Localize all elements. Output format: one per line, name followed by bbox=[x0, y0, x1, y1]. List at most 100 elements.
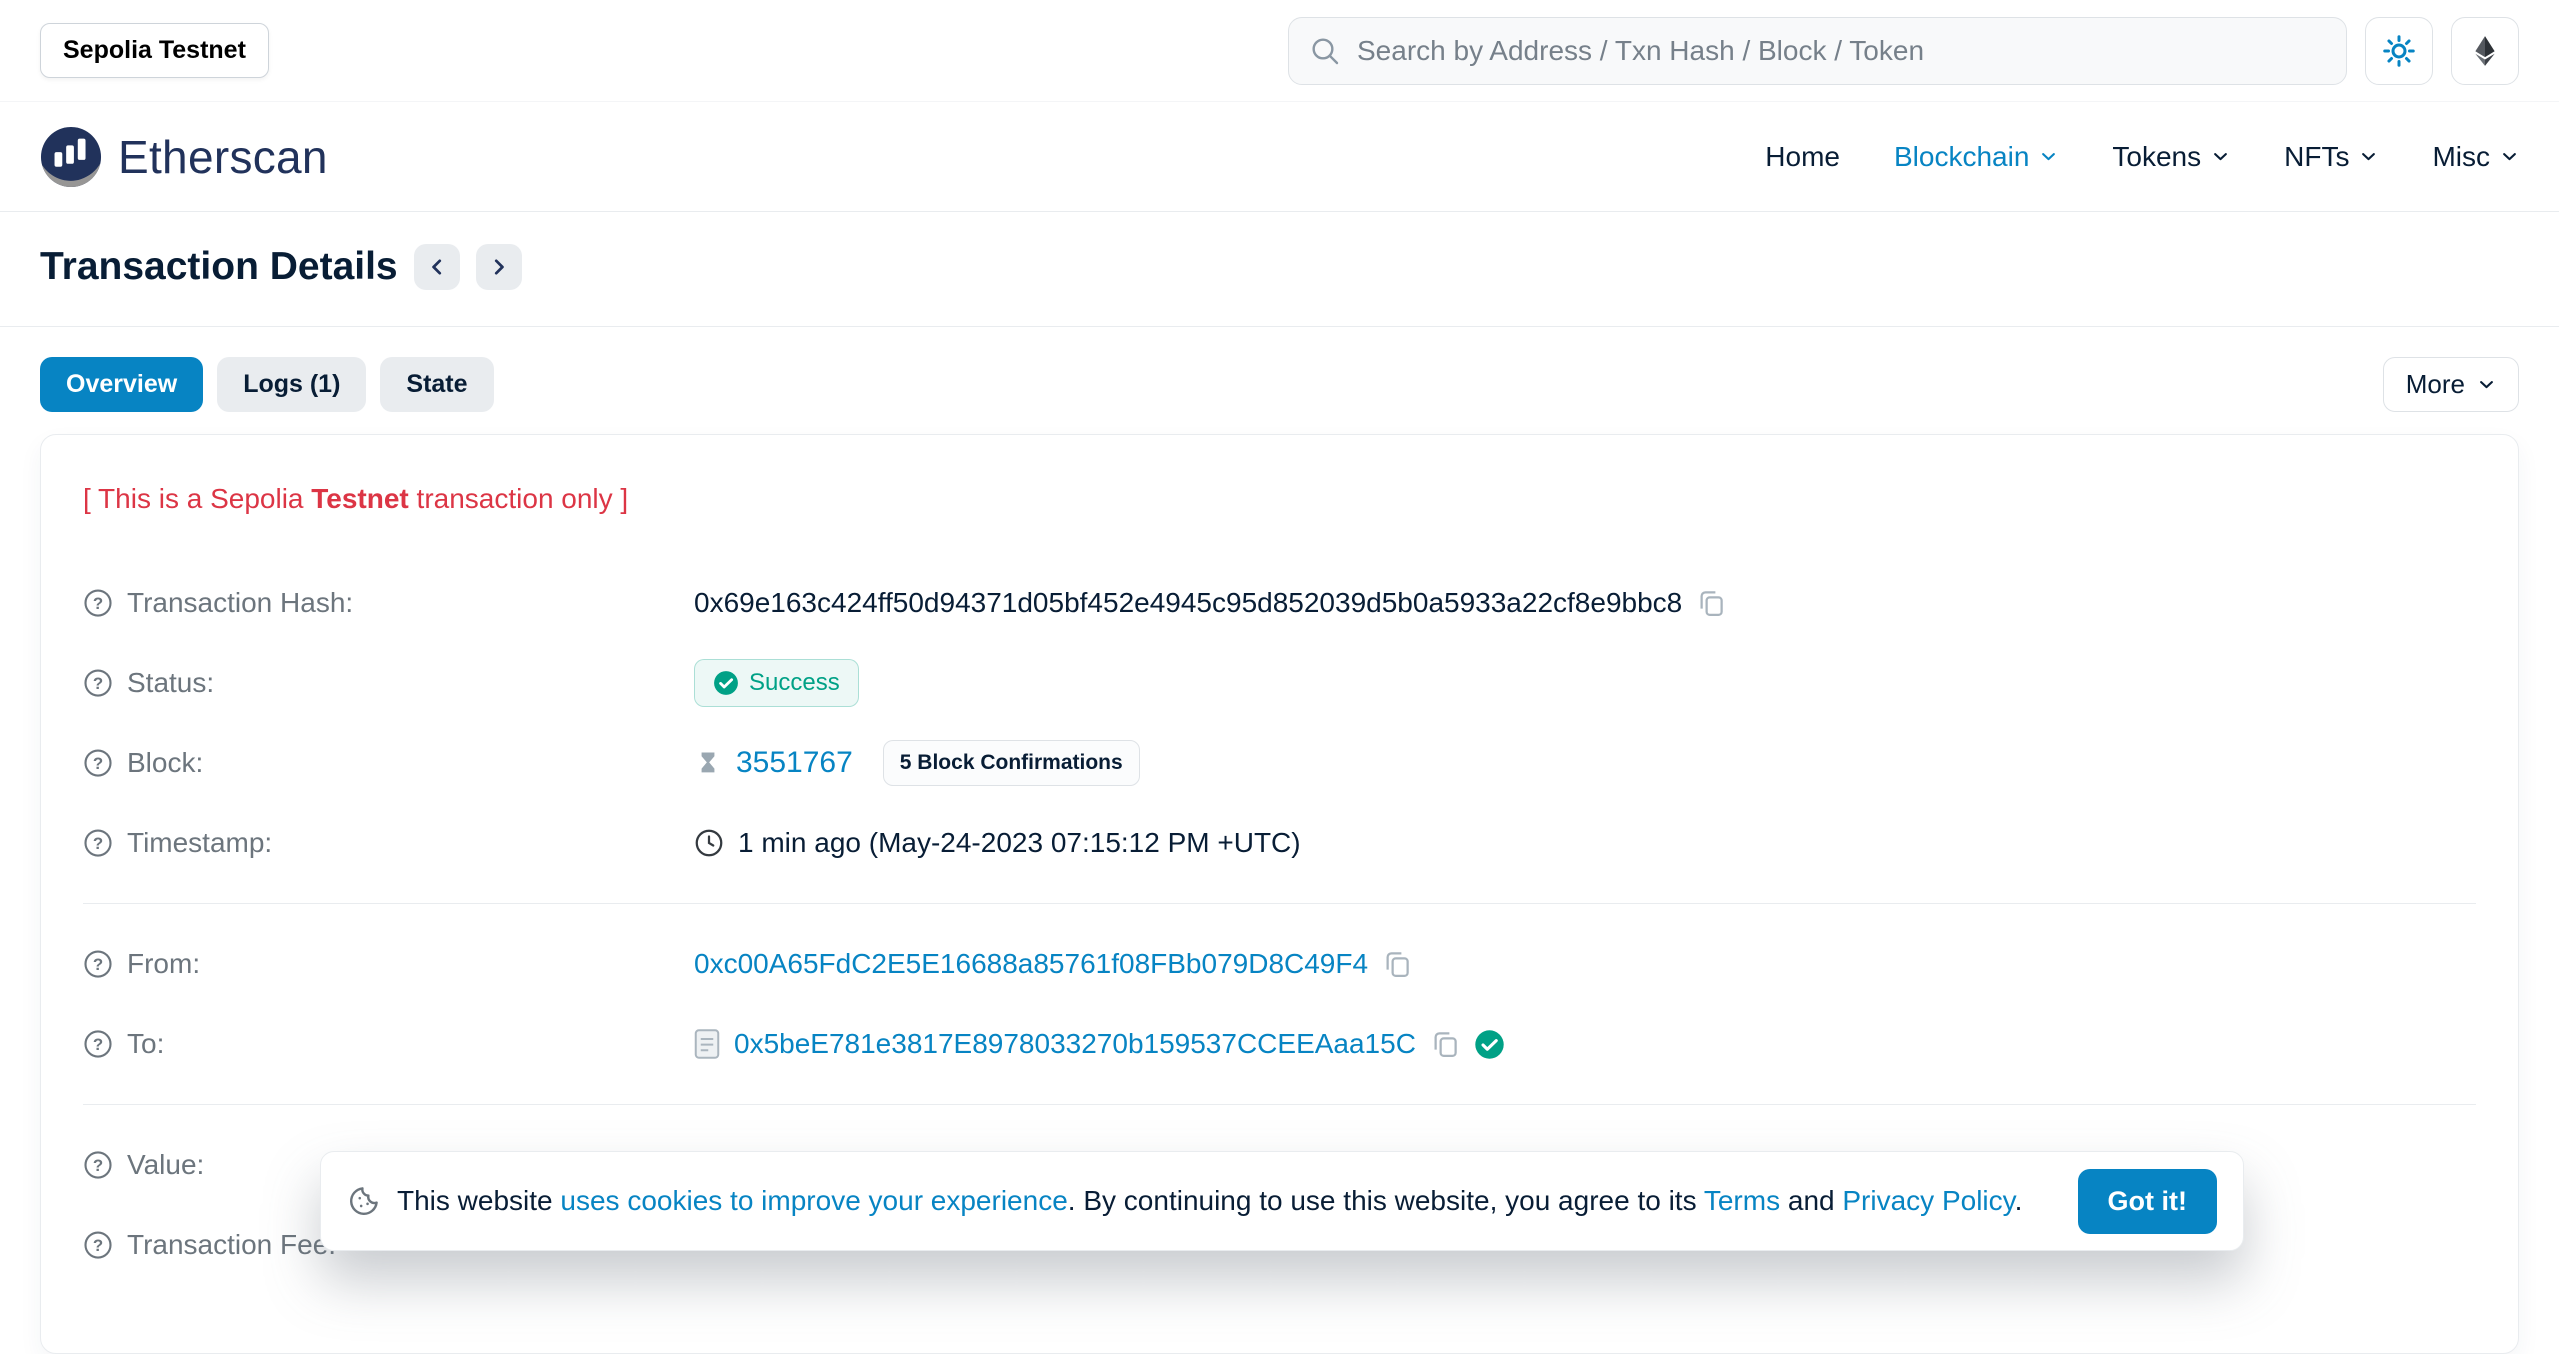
testnet-notice: [ This is a Sepolia Testnet transaction … bbox=[83, 483, 2476, 515]
sun-icon bbox=[2381, 33, 2417, 69]
row-label: ? Block: bbox=[83, 747, 694, 779]
block-number-link[interactable]: 3551767 bbox=[736, 746, 853, 780]
svg-text:?: ? bbox=[93, 754, 103, 773]
row-label: ? Transaction Hash: bbox=[83, 587, 694, 619]
more-label: More bbox=[2406, 369, 2465, 400]
main-nav: Home Blockchain Tokens NFTs Misc bbox=[1765, 141, 2519, 173]
to-address-link[interactable]: 0x5beE781e3817E8978033270b159537CCEEAaa1… bbox=[734, 1028, 1416, 1060]
row-label: ? Timestamp: bbox=[83, 827, 694, 859]
contract-document-icon bbox=[694, 1029, 720, 1059]
nav-label: Tokens bbox=[2112, 141, 2201, 173]
copy-hash-button[interactable] bbox=[1696, 588, 1726, 618]
help-icon[interactable]: ? bbox=[83, 748, 113, 778]
copy-to-address-button[interactable] bbox=[1430, 1029, 1460, 1059]
nav-item-home[interactable]: Home bbox=[1765, 141, 1840, 173]
verified-check-icon bbox=[1474, 1029, 1505, 1060]
copy-icon bbox=[1696, 588, 1726, 618]
transaction-hash-value: 0x69e163c424ff50d94371d05bf452e4945c95d8… bbox=[694, 587, 1682, 619]
title-row: Transaction Details bbox=[0, 212, 2559, 290]
row-value: Success bbox=[694, 659, 859, 707]
transaction-hash-label: Transaction Hash: bbox=[127, 587, 353, 619]
help-icon[interactable]: ? bbox=[83, 1029, 113, 1059]
cookies-info-link[interactable]: uses cookies to improve your experience bbox=[560, 1185, 1067, 1216]
tab-logs[interactable]: Logs (1) bbox=[217, 357, 366, 412]
row-from: ? From: 0xc00A65FdC2E5E16688a85761f08FBb… bbox=[83, 924, 2476, 1004]
help-icon[interactable]: ? bbox=[83, 1230, 113, 1260]
status-value: Success bbox=[749, 669, 840, 697]
divider bbox=[83, 1104, 2476, 1105]
nav-item-tokens[interactable]: Tokens bbox=[2112, 141, 2230, 173]
privacy-policy-link[interactable]: Privacy Policy bbox=[1842, 1185, 2014, 1216]
chevron-left-icon bbox=[426, 256, 448, 278]
nav-label: NFTs bbox=[2284, 141, 2349, 173]
theme-toggle-button[interactable] bbox=[2365, 17, 2433, 85]
nav-label: Home bbox=[1765, 141, 1840, 173]
cookie-message: This website uses cookies to improve you… bbox=[397, 1185, 2022, 1217]
got-it-button[interactable]: Got it! bbox=[2078, 1169, 2217, 1234]
from-label: From: bbox=[127, 948, 200, 980]
nav-item-blockchain[interactable]: Blockchain bbox=[1894, 141, 2058, 173]
value-label: Value: bbox=[127, 1149, 204, 1181]
testnet-notice-text: [ This is a Sepolia bbox=[83, 483, 311, 514]
nav-item-nfts[interactable]: NFTs bbox=[2284, 141, 2378, 173]
row-timestamp: ? Timestamp: 1 min ago (May-24-2023 07:1… bbox=[83, 803, 2476, 883]
help-icon[interactable]: ? bbox=[83, 828, 113, 858]
etherscan-logo-icon bbox=[40, 126, 102, 188]
ethereum-icon bbox=[2468, 34, 2502, 68]
row-value: 0xc00A65FdC2E5E16688a85761f08FBb079D8C49… bbox=[694, 948, 1412, 980]
svg-text:?: ? bbox=[93, 1035, 103, 1054]
clock-icon bbox=[694, 828, 724, 858]
svg-text:?: ? bbox=[93, 594, 103, 613]
block-confirmations-badge: 5 Block Confirmations bbox=[883, 740, 1140, 786]
cookie-consent-banner: This website uses cookies to improve you… bbox=[320, 1151, 2244, 1251]
terms-link[interactable]: Terms bbox=[1704, 1185, 1780, 1216]
row-value: 3551767 5 Block Confirmations bbox=[694, 740, 1140, 786]
help-icon[interactable]: ? bbox=[83, 949, 113, 979]
help-icon[interactable]: ? bbox=[83, 588, 113, 618]
top-bar: Sepolia Testnet bbox=[0, 0, 2559, 102]
more-dropdown-button[interactable]: More bbox=[2383, 357, 2519, 412]
search-input[interactable] bbox=[1355, 34, 2326, 68]
svg-text:?: ? bbox=[93, 1236, 103, 1255]
nav-item-misc[interactable]: Misc bbox=[2432, 141, 2519, 173]
network-badge[interactable]: Sepolia Testnet bbox=[40, 23, 269, 78]
search-icon bbox=[1309, 35, 1341, 67]
help-icon[interactable]: ? bbox=[83, 668, 113, 698]
timestamp-label: Timestamp: bbox=[127, 827, 272, 859]
row-status: ? Status: Success bbox=[83, 643, 2476, 723]
brand-name: Etherscan bbox=[118, 130, 328, 184]
topbar-right bbox=[1288, 17, 2519, 85]
status-badge: Success bbox=[694, 659, 859, 707]
testnet-notice-bold: Testnet bbox=[311, 483, 409, 514]
check-circle-icon bbox=[713, 670, 739, 696]
row-to: ? To: 0x5beE781e3817E8978033270b159537CC… bbox=[83, 1004, 2476, 1084]
from-address-link[interactable]: 0xc00A65FdC2E5E16688a85761f08FBb079D8C49… bbox=[694, 948, 1368, 980]
cookie-text: and bbox=[1780, 1185, 1842, 1216]
network-switch-button[interactable] bbox=[2451, 17, 2519, 85]
row-value: 0x69e163c424ff50d94371d05bf452e4945c95d8… bbox=[694, 587, 1726, 619]
next-transaction-button[interactable] bbox=[476, 244, 522, 290]
row-value: 1 min ago (May-24-2023 07:15:12 PM +UTC) bbox=[694, 827, 1301, 859]
row-value: 0x5beE781e3817E8978033270b159537CCEEAaa1… bbox=[694, 1028, 1505, 1060]
cookie-text: . bbox=[2015, 1185, 2023, 1216]
tabs-row: Overview Logs (1) State More bbox=[0, 327, 2559, 434]
chevron-down-icon bbox=[2359, 147, 2378, 166]
etherscan-logo[interactable]: Etherscan bbox=[40, 126, 328, 188]
row-label: ? To: bbox=[83, 1028, 694, 1060]
help-icon[interactable]: ? bbox=[83, 1150, 113, 1180]
row-label: ? From: bbox=[83, 948, 694, 980]
svg-text:?: ? bbox=[93, 1156, 103, 1175]
chevron-down-icon bbox=[2477, 375, 2496, 394]
copy-from-address-button[interactable] bbox=[1382, 949, 1412, 979]
tab-state[interactable]: State bbox=[380, 357, 493, 412]
to-label: To: bbox=[127, 1028, 164, 1060]
nav-label: Blockchain bbox=[1894, 141, 2029, 173]
svg-text:?: ? bbox=[93, 674, 103, 693]
status-label: Status: bbox=[127, 667, 214, 699]
cookie-icon bbox=[347, 1184, 381, 1218]
chevron-right-icon bbox=[488, 256, 510, 278]
previous-transaction-button[interactable] bbox=[414, 244, 460, 290]
tab-overview[interactable]: Overview bbox=[40, 357, 203, 412]
row-transaction-hash: ? Transaction Hash: 0x69e163c424ff50d943… bbox=[83, 563, 2476, 643]
chevron-down-icon bbox=[2500, 147, 2519, 166]
